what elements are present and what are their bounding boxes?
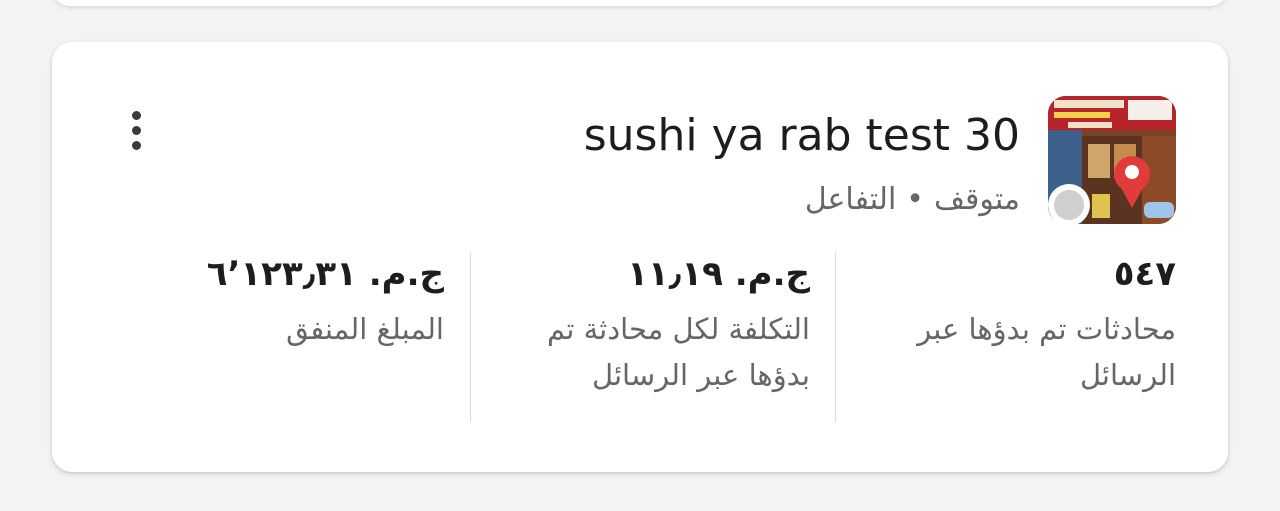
campaign-title[interactable]: sushi ya rab test 30: [584, 108, 1020, 164]
campaign-status: متوقف: [933, 182, 1020, 217]
menu-dot: [131, 110, 141, 120]
metric-value: ج.م. ٦٬١٢٣٫٣١: [206, 254, 444, 294]
more-vertical-icon[interactable]: [116, 102, 156, 158]
metric-cost-per-conversation: ج.م. ١١٫١٩ التكلفة لكل محادثة تم بدؤها ع…: [490, 250, 810, 398]
status-indicator: [1054, 190, 1084, 220]
metric-value: ٥٤٧: [1113, 254, 1176, 294]
metric-label: التكلفة لكل محادثة تم بدؤها عبر الرسائل: [547, 312, 810, 392]
menu-dot: [131, 125, 141, 135]
subtitle-separator: •: [906, 182, 924, 217]
metric-label: محادثات تم بدؤها عبر الرسائل: [917, 312, 1176, 392]
metric-divider: [470, 252, 471, 422]
campaign-card[interactable]: sushi ya rab test 30 متوقف • التفاعل ٥٤٧ م…: [52, 42, 1228, 472]
status-dot-icon: [1048, 184, 1090, 226]
menu-dot: [131, 140, 141, 150]
metric-label: المبلغ المنفق: [286, 312, 444, 346]
campaign-objective: التفاعل: [804, 182, 897, 217]
metric-amount-spent: ج.م. ٦٬١٢٣٫٣١ المبلغ المنفق: [124, 250, 444, 352]
previous-card-edge: [52, 0, 1228, 6]
metric-divider: [835, 252, 836, 422]
metric-conversations: ٥٤٧ محادثات تم بدؤها عبر الرسائل: [856, 250, 1176, 398]
metric-value: ج.م. ١١٫١٩: [627, 254, 810, 294]
campaign-subtitle: متوقف • التفاعل: [805, 180, 1020, 220]
